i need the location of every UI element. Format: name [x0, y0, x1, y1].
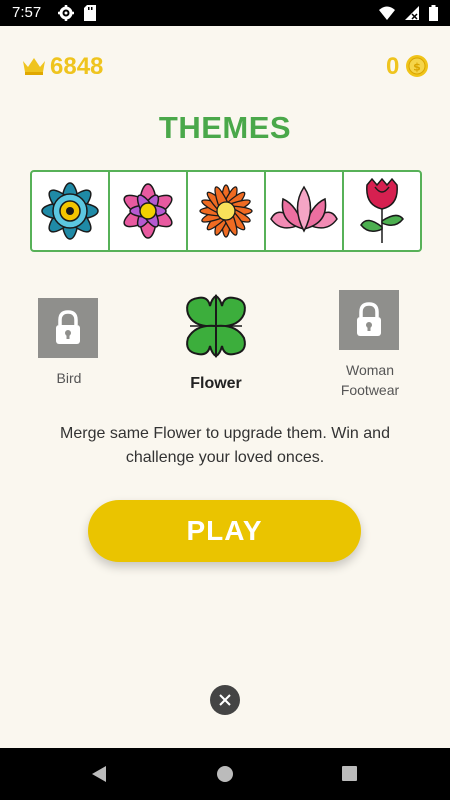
theme-woman-footwear[interactable]: Woman Footwear: [332, 290, 408, 400]
back-icon[interactable]: [90, 765, 108, 788]
theme-label-line: Woman: [346, 362, 394, 378]
flower-cell: [344, 172, 420, 250]
crown-icon: [22, 57, 46, 80]
description-line: challenge your loved onces.: [125, 449, 325, 466]
page-title: THEMES: [158, 110, 292, 145]
status-time: 7:57: [12, 4, 42, 21]
theme-description: Merge same Flower to upgrade them. Win a…: [20, 422, 430, 470]
coin-icon: $: [406, 55, 428, 82]
clover-icon: [186, 294, 246, 358]
flower-cell: [110, 172, 188, 250]
pink-flower-icon: [123, 183, 173, 239]
sd-card-icon: [84, 5, 96, 26]
flower-cell: [32, 172, 110, 250]
theme-label-selected: Flower: [190, 375, 242, 392]
recent-apps-icon[interactable]: [342, 766, 357, 786]
flower-cell: [188, 172, 266, 250]
status-bar: 7:57: [0, 0, 450, 26]
navigation-bar: [0, 748, 450, 800]
theme-bird[interactable]: Bird: [38, 298, 100, 386]
rose-icon: [360, 177, 404, 243]
wifi-icon: [379, 6, 395, 25]
close-icon: [219, 694, 231, 706]
flower-cell: [266, 172, 344, 250]
description-line: Merge same Flower to upgrade them. Win a…: [60, 425, 390, 442]
lock-icon: [357, 302, 381, 336]
score-value: 6848: [50, 53, 104, 80]
coin-count: 0: [386, 53, 400, 80]
home-icon[interactable]: [217, 766, 233, 787]
theme-flower[interactable]: Flower: [180, 292, 252, 393]
orange-daisy-icon: [199, 184, 253, 238]
no-signal-icon: [405, 6, 419, 25]
theme-label: Bird: [56, 370, 82, 386]
battery-icon: [429, 5, 438, 26]
lock-tile: [339, 290, 399, 350]
gear-icon: [58, 5, 74, 26]
lock-tile: [38, 298, 98, 358]
theme-preview-strip: [30, 170, 422, 252]
close-button[interactable]: [210, 685, 240, 715]
theme-label-line: Footwear: [340, 382, 400, 398]
lotus-icon: [270, 185, 338, 233]
svg-text:$: $: [413, 61, 421, 74]
mandala-flower-icon: [41, 182, 99, 240]
lock-icon: [56, 310, 80, 344]
play-button[interactable]: PLAY: [88, 500, 361, 562]
theme-label: Woman Footwear: [332, 360, 408, 400]
